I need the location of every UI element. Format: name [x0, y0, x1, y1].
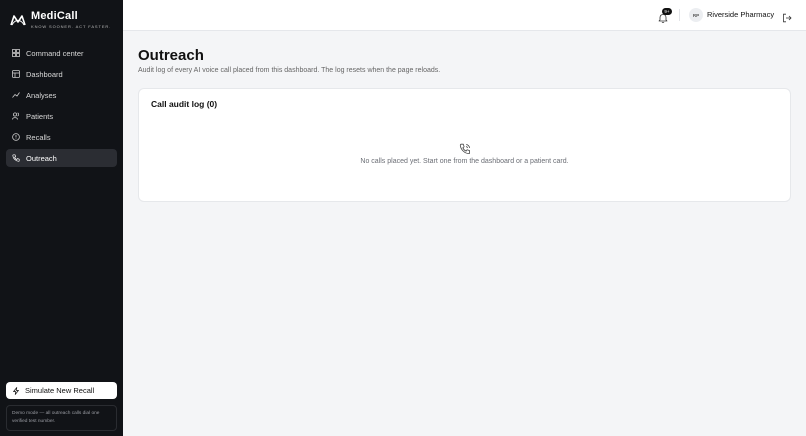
top-bar: 9+ RP Riverside Pharmacy: [123, 0, 806, 31]
chart-icon: [12, 91, 20, 99]
sidebar-item-recalls[interactable]: Recalls: [6, 128, 117, 146]
sidebar-item-dashboard[interactable]: Dashboard: [6, 65, 117, 83]
sidebar-item-label: Recalls: [26, 132, 51, 142]
phone-icon: [12, 154, 20, 163]
dashboard-icon: [12, 70, 20, 78]
sidebar-item-label: Analyses: [26, 90, 57, 100]
sidebar-item-label: Command center: [26, 48, 84, 58]
bolt-icon: [13, 386, 19, 395]
simulate-new-recall-button[interactable]: Simulate New Recall: [6, 382, 117, 399]
alert-circle-icon: [12, 133, 20, 142]
logo-icon: [10, 13, 26, 27]
divider: [679, 9, 680, 21]
brand-name: MediCall: [31, 10, 78, 22]
sidebar-item-analyses[interactable]: Analyses: [6, 86, 117, 104]
card-title: Call audit log (0): [151, 99, 218, 109]
sidebar-item-outreach[interactable]: Outreach: [6, 149, 117, 168]
empty-state-message: No calls placed yet. Start one from the …: [360, 158, 569, 165]
simulate-button-label: Simulate New Recall: [25, 386, 95, 395]
sidebar-item-label: Outreach: [26, 153, 57, 163]
organization-name: Riverside Pharmacy: [707, 10, 775, 19]
sidebar-item-label: Patients: [26, 111, 54, 121]
call-audit-log-card: Call audit log (0) No calls placed yet. …: [138, 88, 791, 202]
users-icon: [12, 112, 20, 120]
demo-mode-text: Demo mode — all outreach calls dial one …: [12, 411, 100, 424]
grid-icon: [12, 49, 20, 57]
page-title: Outreach: [138, 47, 204, 64]
phone-call-icon: [459, 142, 471, 155]
logout-icon[interactable]: [782, 10, 792, 23]
sidebar: MediCall KNOW SOONER. ACT FASTER. Comman…: [0, 0, 123, 436]
demo-mode-note: Demo mode — all outreach calls dial one …: [6, 405, 117, 431]
sidebar-nav: Command center Dashboard Analyses Patien…: [6, 44, 117, 171]
sidebar-item-patients[interactable]: Patients: [6, 107, 117, 125]
page-subtitle: Audit log of every AI voice call placed …: [138, 67, 441, 74]
avatar[interactable]: RP: [689, 8, 703, 22]
sidebar-item-command-center[interactable]: Command center: [6, 44, 117, 62]
brand[interactable]: MediCall KNOW SOONER. ACT FASTER.: [10, 10, 111, 29]
notification-badge: 9+: [662, 8, 672, 15]
sidebar-item-label: Dashboard: [26, 69, 63, 79]
brand-tagline: KNOW SOONER. ACT FASTER.: [31, 24, 112, 29]
